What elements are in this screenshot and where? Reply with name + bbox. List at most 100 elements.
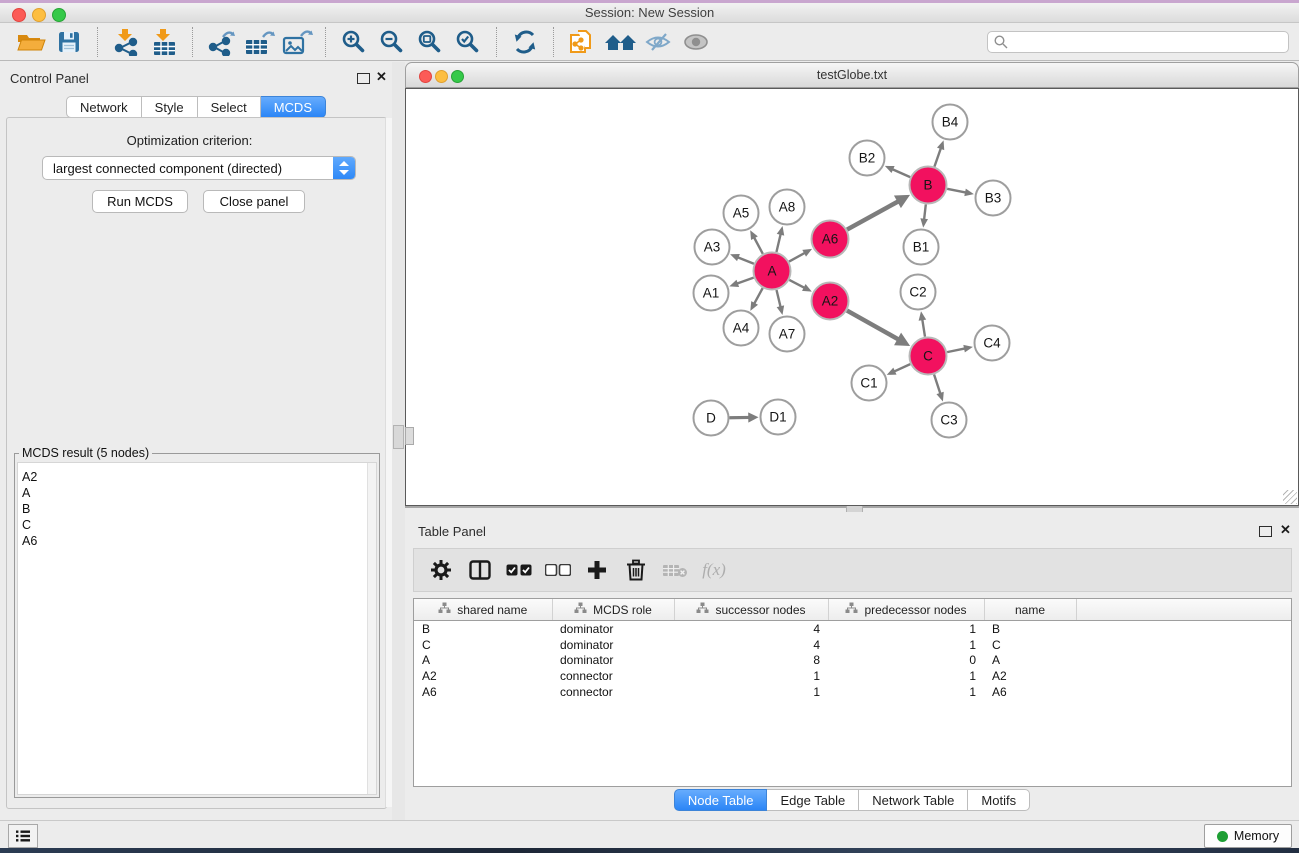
graph-edge-C-C1[interactable]	[894, 364, 910, 371]
graph-edge-B-B1[interactable]	[924, 204, 926, 219]
export-table-icon[interactable]	[242, 26, 276, 58]
table-cell[interactable]: A6	[984, 684, 1076, 700]
canvas-left-splitter-handle[interactable]	[405, 427, 414, 445]
column-header-successor-nodes[interactable]: successor nodes	[674, 599, 828, 621]
table-cell[interactable]: 0	[828, 652, 984, 668]
import-table-icon[interactable]	[147, 26, 181, 58]
run-mcds-button[interactable]: Run MCDS	[92, 190, 188, 213]
save-session-icon[interactable]	[52, 26, 86, 58]
graph-edge-B-B2[interactable]	[892, 169, 910, 177]
table-cell[interactable]: 1	[828, 684, 984, 700]
zoom-out-icon[interactable]	[375, 26, 409, 58]
result-list-scrollbar[interactable]	[367, 463, 376, 794]
show-bird-view-icon[interactable]	[679, 26, 713, 58]
tab-select[interactable]: Select	[198, 96, 261, 118]
task-history-button[interactable]	[8, 824, 38, 848]
export-image-icon[interactable]	[280, 26, 314, 58]
vertical-splitter-handle[interactable]	[393, 425, 404, 449]
graph-edge-B-B3[interactable]	[947, 189, 966, 193]
graph-edge-A-A7[interactable]	[777, 290, 781, 307]
table-cell[interactable]: 4	[674, 637, 828, 653]
column-header-name[interactable]: name	[984, 599, 1076, 621]
graph-edge-B-B4[interactable]	[934, 148, 941, 167]
table-cell[interactable]: A	[984, 652, 1076, 668]
zoom-selected-icon[interactable]	[451, 26, 485, 58]
refresh-layout-icon[interactable]	[508, 26, 542, 58]
column-header-predecessor-nodes[interactable]: predecessor nodes	[828, 599, 984, 621]
table-cell[interactable]: 1	[828, 621, 984, 637]
graph-node-label: D1	[769, 410, 786, 425]
graph-edge-A-A8[interactable]	[776, 234, 780, 252]
table-cell[interactable]: B	[984, 621, 1076, 637]
table-cell[interactable]: A	[414, 652, 552, 668]
tab-node-table[interactable]: Node Table	[674, 789, 768, 811]
table-cell[interactable]: 8	[674, 652, 828, 668]
float-panel-icon[interactable]	[357, 73, 370, 84]
graph-edge-A6-B[interactable]	[847, 201, 898, 229]
close-table-panel-icon[interactable]: ✕	[1280, 522, 1291, 538]
tab-style[interactable]: Style	[142, 96, 198, 118]
graph-edge-A-A6[interactable]	[789, 253, 805, 262]
table-cell[interactable]: C	[414, 637, 552, 653]
close-panel-icon[interactable]: ✕	[376, 69, 387, 85]
graph-edge-A2-C[interactable]	[847, 311, 898, 340]
table-cell[interactable]: C	[984, 637, 1076, 653]
optimization-criterion-dropdown[interactable]: largest connected component (directed)	[42, 156, 356, 180]
tab-mcds[interactable]: MCDS	[261, 96, 326, 118]
new-network-from-selection-icon[interactable]	[565, 26, 599, 58]
table-cell[interactable]: dominator	[552, 652, 674, 668]
memory-button[interactable]: Memory	[1204, 824, 1292, 848]
tab-network[interactable]: Network	[66, 96, 142, 118]
result-list-item[interactable]: A	[18, 485, 376, 501]
graph-edge-A-A1[interactable]	[737, 278, 754, 284]
search-input[interactable]	[987, 31, 1289, 53]
table-cell[interactable]: 4	[674, 621, 828, 637]
table-cell[interactable]: A2	[984, 668, 1076, 684]
add-column-icon[interactable]	[584, 556, 610, 584]
graph-edge-A-A2[interactable]	[789, 280, 804, 288]
result-list-item[interactable]: A6	[18, 533, 376, 549]
graph-edge-C-C2[interactable]	[922, 319, 925, 337]
result-list-item[interactable]: B	[18, 501, 376, 517]
table-cell[interactable]: A6	[414, 684, 552, 700]
table-cell[interactable]: connector	[552, 668, 674, 684]
import-network-icon[interactable]	[109, 26, 143, 58]
table-cell[interactable]: 1	[828, 637, 984, 653]
select-all-rows-icon[interactable]	[506, 556, 532, 584]
graph-edge-A-A4[interactable]	[754, 288, 763, 304]
window-resize-grip[interactable]	[1283, 490, 1297, 504]
column-header-mcds-role[interactable]: MCDS role	[552, 599, 674, 621]
network-canvas[interactable]: B4B2BB3A8A5A6A3B1AA1C2A2A4A7C4CC1DD1C3	[405, 88, 1299, 506]
deselect-all-rows-icon[interactable]	[545, 556, 571, 584]
table-cell[interactable]: 1	[674, 668, 828, 684]
table-cell[interactable]: 1	[674, 684, 828, 700]
tab-edge-table[interactable]: Edge Table	[767, 789, 859, 811]
zoom-in-icon[interactable]	[337, 26, 371, 58]
table-cell[interactable]: connector	[552, 684, 674, 700]
table-cell[interactable]: B	[414, 621, 552, 637]
delete-column-trash-icon[interactable]	[623, 556, 649, 584]
table-cell[interactable]: dominator	[552, 621, 674, 637]
column-header-shared-name[interactable]: shared name	[414, 599, 552, 621]
table-cell[interactable]: A2	[414, 668, 552, 684]
float-table-panel-icon[interactable]	[1259, 526, 1272, 537]
export-network-icon[interactable]	[204, 26, 238, 58]
table-cell[interactable]: 1	[828, 668, 984, 684]
reset-home-view-icon[interactable]	[603, 26, 637, 58]
zoom-fit-icon[interactable]	[413, 26, 447, 58]
graph-edge-A-A5[interactable]	[754, 237, 763, 254]
list-icon	[15, 829, 31, 843]
graph-edge-C-C3[interactable]	[934, 375, 940, 394]
table-cell[interactable]: dominator	[552, 637, 674, 653]
show-columns-icon[interactable]	[467, 556, 493, 584]
tab-network-table[interactable]: Network Table	[859, 789, 968, 811]
open-session-icon[interactable]	[14, 26, 48, 58]
graph-edge-A-A3[interactable]	[738, 257, 754, 264]
tab-motifs[interactable]: Motifs	[968, 789, 1030, 811]
hide-selected-icon[interactable]	[641, 26, 675, 58]
close-panel-button[interactable]: Close panel	[203, 190, 305, 213]
graph-edge-C-C4[interactable]	[947, 348, 965, 352]
result-list-item[interactable]: A2	[18, 469, 376, 485]
result-list-item[interactable]: C	[18, 517, 376, 533]
table-settings-gear-icon[interactable]	[428, 556, 454, 584]
